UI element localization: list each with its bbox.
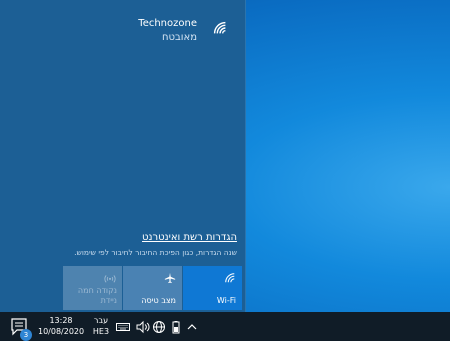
clock-time: 13:28 (49, 316, 73, 325)
network-settings-link[interactable]: הגדרות רשת ואינטרנט (142, 232, 237, 243)
taskbar: 3 13:28 10/08/2020 עבר HE3 (0, 312, 450, 341)
touch-keyboard-icon[interactable] (116, 320, 130, 334)
taskbar-clock[interactable]: 13:28 10/08/2020 (38, 315, 84, 339)
wifi-icon (225, 273, 235, 283)
chevron-up-icon[interactable] (185, 320, 199, 334)
clock-date: 10/08/2020 (38, 327, 85, 336)
network-name: Technozone (138, 18, 197, 29)
notification-count-badge: 3 (20, 329, 32, 341)
network-flyout: Technozone מאובטח הגדרות רשת ואינטרנט שנ… (0, 0, 246, 312)
wifi-tile-label: Wi-Fi (216, 296, 236, 305)
network-settings-description: שנה הגדרות, כגון הפיכת החיבור לחיבור לפי… (74, 248, 237, 257)
action-center-button[interactable]: 3 (8, 316, 32, 341)
globe-icon[interactable] (152, 320, 166, 334)
airplane-icon (164, 272, 176, 284)
hotspot-label-line2: ניידת (100, 296, 117, 305)
mobile-hotspot-tile[interactable]: נקודה חמה ניידת (63, 266, 122, 310)
battery-icon[interactable] (169, 320, 183, 334)
hotspot-icon (104, 275, 116, 283)
hotspot-label: נקודה חמה ניידת (78, 286, 117, 306)
airplane-mode-label: מצב טיסה (141, 296, 176, 305)
network-list-item[interactable]: Technozone מאובטח (97, 14, 237, 54)
hotspot-label-line1: נקודה חמה (77, 286, 117, 295)
language-code: HE3 (92, 327, 110, 336)
network-status: מאובטח (162, 32, 197, 43)
wifi-icon (213, 21, 227, 35)
airplane-mode-tile[interactable]: מצב טיסה (123, 266, 182, 310)
language-name: עבר (93, 316, 109, 325)
input-language-indicator[interactable]: עבר HE3 (89, 315, 113, 339)
volume-icon[interactable] (136, 320, 150, 334)
wifi-tile[interactable]: Wi-Fi (183, 266, 242, 310)
